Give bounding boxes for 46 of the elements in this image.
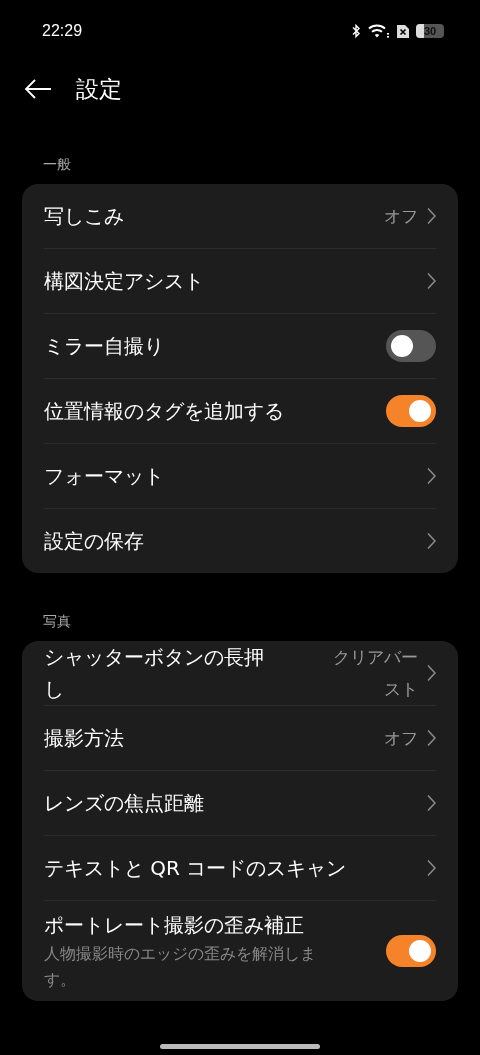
setting-row[interactable]: 設定の保存	[44, 509, 436, 573]
chevron-right-icon	[426, 794, 436, 812]
setting-row[interactable]: シャッターボタンの長押し クリアバースト	[44, 641, 436, 706]
chevron-right-icon	[426, 859, 436, 877]
chevron-right-icon	[426, 729, 436, 747]
setting-title: 写しこみ	[44, 203, 125, 230]
setting-title: ポートレート撮影の歪み補正	[44, 912, 305, 939]
toggle-switch[interactable]	[386, 330, 436, 362]
section-label: 一般	[42, 155, 72, 174]
setting-row[interactable]: テキストと QR コードのスキャン	[44, 836, 436, 901]
setting-row[interactable]: ミラー自撮り	[44, 314, 436, 379]
chevron-right-icon	[426, 467, 436, 485]
setting-title: 位置情報のタグを追加する	[44, 398, 285, 425]
setting-title: 撮影方法	[44, 725, 125, 752]
setting-title: ミラー自撮り	[44, 333, 165, 360]
setting-title: シャッターボタンの長押し	[44, 644, 265, 703]
wifi-icon	[368, 23, 390, 39]
clock-time: 22:29	[42, 22, 83, 40]
setting-row[interactable]: 写しこみ オフ	[44, 184, 436, 249]
setting-row[interactable]: 構図決定アシスト	[44, 249, 436, 314]
sim-card-icon	[397, 23, 409, 39]
setting-row[interactable]: レンズの焦点距離	[44, 771, 436, 836]
setting-title: 構図決定アシスト	[44, 268, 205, 295]
setting-title: 設定の保存	[44, 528, 145, 555]
chevron-right-icon	[426, 272, 436, 290]
setting-title: レンズの焦点距離	[44, 790, 205, 817]
setting-row[interactable]: ポートレート撮影の歪み補正 人物撮影時のエッジの歪みを解消します。	[44, 901, 436, 1001]
section-label: 写真	[42, 612, 72, 631]
chevron-right-icon	[426, 532, 436, 550]
toggle-switch[interactable]	[386, 935, 436, 967]
setting-description: 人物撮影時のエッジの歪みを解消します。	[44, 943, 317, 991]
battery-level: 30	[423, 25, 437, 37]
back-arrow-icon[interactable]	[24, 79, 52, 99]
setting-title: フォーマット	[44, 463, 165, 490]
page-title: 設定	[76, 74, 122, 104]
chevron-right-icon	[426, 664, 436, 682]
setting-row[interactable]: 撮影方法 オフ	[44, 706, 436, 771]
setting-row[interactable]: 位置情報のタグを追加する	[44, 379, 436, 444]
setting-row[interactable]: フォーマット	[44, 444, 436, 509]
toggle-switch[interactable]	[386, 395, 436, 427]
setting-value: クリアバースト	[332, 646, 418, 701]
chevron-right-icon	[426, 207, 436, 225]
bluetooth-icon	[351, 23, 361, 39]
setting-title: テキストと QR コードのスキャン	[44, 855, 348, 882]
setting-value: オフ	[384, 205, 418, 228]
setting-value: オフ	[384, 727, 418, 750]
